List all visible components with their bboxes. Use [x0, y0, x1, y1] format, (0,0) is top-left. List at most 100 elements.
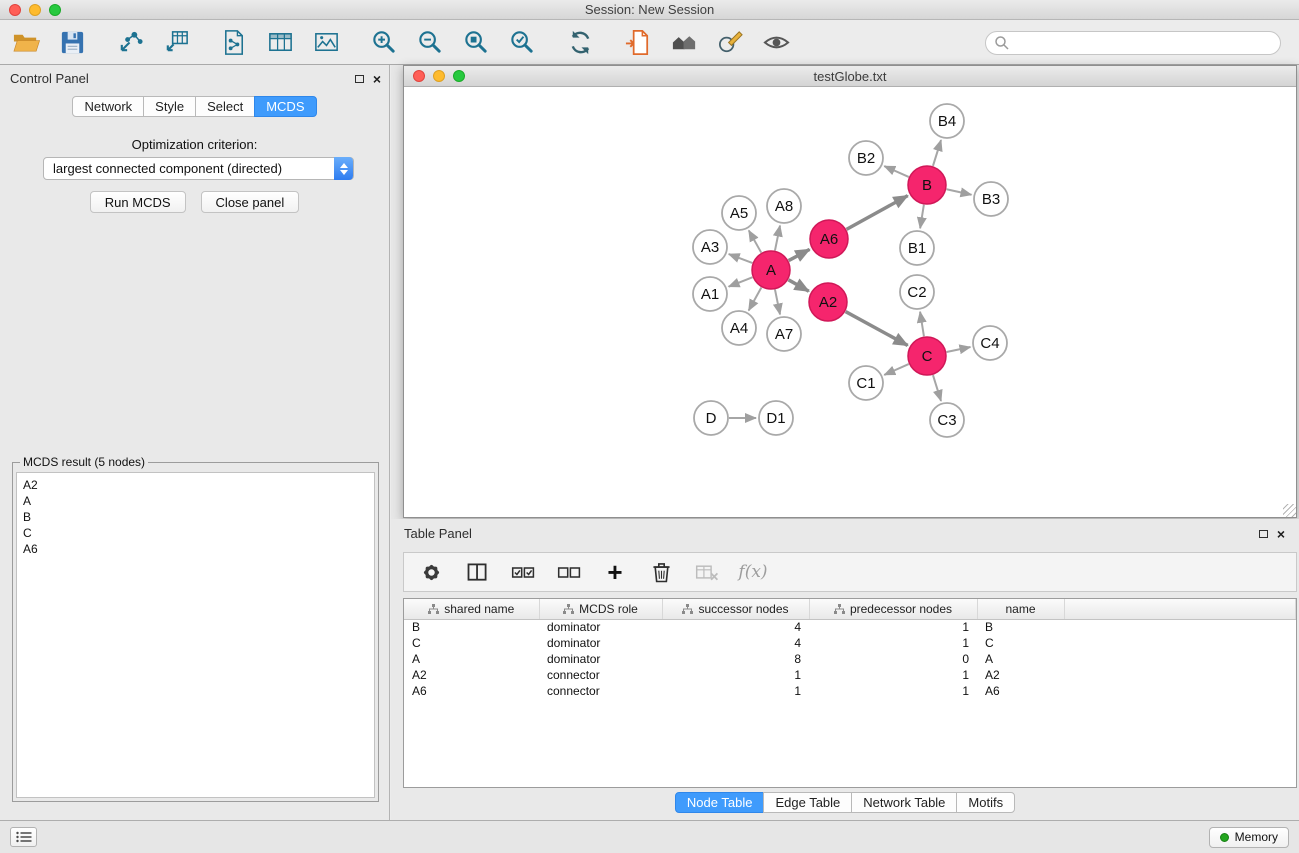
- table-cell[interactable]: 8: [662, 651, 809, 667]
- table-cell[interactable]: A6: [977, 683, 1064, 699]
- network-node-A3[interactable]: A3: [693, 230, 727, 264]
- network-node-D[interactable]: D: [694, 401, 728, 435]
- column-header-successor-nodes[interactable]: successor nodes: [662, 599, 809, 619]
- table-cell[interactable]: 1: [809, 619, 977, 635]
- table-cell[interactable]: A2: [977, 667, 1064, 683]
- table-cell[interactable]: B: [977, 619, 1064, 635]
- network-node-C2[interactable]: C2: [900, 275, 934, 309]
- open-file-button[interactable]: [10, 27, 42, 59]
- table-cell[interactable]: 1: [809, 635, 977, 651]
- network-node-A7[interactable]: A7: [767, 317, 801, 351]
- float-control-panel-button[interactable]: [355, 75, 364, 83]
- table-cell[interactable]: 4: [662, 619, 809, 635]
- network-node-C1[interactable]: C1: [849, 366, 883, 400]
- save-session-button[interactable]: [56, 27, 88, 59]
- network-edge[interactable]: [788, 280, 808, 291]
- network-node-A1[interactable]: A1: [693, 277, 727, 311]
- table-cell[interactable]: dominator: [539, 635, 662, 651]
- tab-select[interactable]: Select: [195, 96, 255, 117]
- table-cell[interactable]: connector: [539, 667, 662, 683]
- table-cell[interactable]: 1: [809, 667, 977, 683]
- deselect-all-button[interactable]: [554, 557, 584, 587]
- zoom-out-button[interactable]: [414, 27, 446, 59]
- delete-table-button[interactable]: [692, 557, 722, 587]
- open-recent-file-button[interactable]: [622, 27, 654, 59]
- table-cell[interactable]: [1064, 635, 1296, 651]
- table-cell[interactable]: 1: [662, 667, 809, 683]
- tab-motifs[interactable]: Motifs: [956, 792, 1015, 813]
- network-edge[interactable]: [775, 290, 780, 315]
- network-table-button[interactable]: [264, 27, 296, 59]
- table-cell[interactable]: dominator: [539, 619, 662, 635]
- network-node-A5[interactable]: A5: [722, 196, 756, 230]
- network-node-C[interactable]: C: [908, 337, 946, 375]
- network-edge[interactable]: [847, 196, 908, 230]
- window-resize-handle[interactable]: [1283, 504, 1296, 517]
- optimization-criterion-select[interactable]: largest connected component (directed): [43, 157, 354, 180]
- table-cell[interactable]: [1064, 651, 1296, 667]
- table-cell[interactable]: A2: [404, 667, 539, 683]
- network-node-A8[interactable]: A8: [767, 189, 801, 223]
- network-node-B3[interactable]: B3: [974, 182, 1008, 216]
- mcds-result-item[interactable]: A2: [23, 477, 368, 493]
- refresh-layout-button[interactable]: [564, 27, 596, 59]
- network-node-A[interactable]: A: [752, 251, 790, 289]
- table-cell[interactable]: 1: [809, 683, 977, 699]
- table-cell[interactable]: B: [404, 619, 539, 635]
- show-graphics-details-button[interactable]: [760, 27, 792, 59]
- network-edge[interactable]: [749, 230, 761, 252]
- table-cell[interactable]: [1064, 667, 1296, 683]
- zoom-fit-button[interactable]: [460, 27, 492, 59]
- network-edge[interactable]: [920, 205, 924, 228]
- table-cell[interactable]: connector: [539, 683, 662, 699]
- first-neighbors-button[interactable]: [668, 27, 700, 59]
- table-cell[interactable]: A6: [404, 683, 539, 699]
- network-edge[interactable]: [933, 140, 941, 166]
- table-row[interactable]: A2connector11A2: [404, 667, 1296, 683]
- mcds-result-item[interactable]: A6: [23, 541, 368, 557]
- close-control-panel-button[interactable]: ×: [373, 74, 381, 84]
- network-edge[interactable]: [749, 288, 762, 311]
- network-node-D1[interactable]: D1: [759, 401, 793, 435]
- mcds-result-item[interactable]: C: [23, 525, 368, 541]
- task-history-button[interactable]: [10, 827, 37, 847]
- table-cell[interactable]: C: [977, 635, 1064, 651]
- table-settings-button[interactable]: [416, 557, 446, 587]
- annotation-button[interactable]: [714, 27, 746, 59]
- table-cell[interactable]: A: [404, 651, 539, 667]
- network-node-C4[interactable]: C4: [973, 326, 1007, 360]
- network-node-A6[interactable]: A6: [810, 220, 848, 258]
- tab-network-table[interactable]: Network Table: [851, 792, 957, 813]
- tab-mcds[interactable]: MCDS: [254, 96, 316, 117]
- memory-button[interactable]: Memory: [1209, 827, 1289, 848]
- column-header-mcds-role[interactable]: MCDS role: [539, 599, 662, 619]
- network-node-B4[interactable]: B4: [930, 104, 964, 138]
- delete-column-button[interactable]: [646, 557, 676, 587]
- float-table-panel-button[interactable]: [1259, 530, 1268, 538]
- network-node-C3[interactable]: C3: [930, 403, 964, 437]
- mcds-result-item[interactable]: A: [23, 493, 368, 509]
- network-node-B[interactable]: B: [908, 166, 946, 204]
- table-cell[interactable]: [1064, 683, 1296, 699]
- table-row[interactable]: A6connector11A6: [404, 683, 1296, 699]
- tab-edge-table[interactable]: Edge Table: [763, 792, 852, 813]
- network-image-button[interactable]: [310, 27, 342, 59]
- table-cell[interactable]: 0: [809, 651, 977, 667]
- close-panel-button[interactable]: Close panel: [201, 191, 300, 213]
- tab-network[interactable]: Network: [72, 96, 144, 117]
- table-cell[interactable]: 1: [662, 683, 809, 699]
- import-network-button[interactable]: [114, 27, 146, 59]
- table-row[interactable]: Cdominator41C: [404, 635, 1296, 651]
- table-row[interactable]: Adominator80A: [404, 651, 1296, 667]
- network-node-B1[interactable]: B1: [900, 231, 934, 265]
- column-header-predecessor-nodes[interactable]: predecessor nodes: [809, 599, 977, 619]
- network-edge[interactable]: [775, 226, 780, 251]
- column-header-shared-name[interactable]: shared name: [404, 599, 539, 619]
- show-columns-button[interactable]: [462, 557, 492, 587]
- network-edge[interactable]: [729, 254, 753, 263]
- run-mcds-button[interactable]: Run MCDS: [90, 191, 186, 213]
- network-edge[interactable]: [947, 189, 972, 194]
- network-canvas[interactable]: AA1A2A3A4A5A6A7A8BB1B2B3B4CC1C2C3C4DD1: [404, 87, 1296, 517]
- network-edge[interactable]: [920, 312, 924, 336]
- network-edge[interactable]: [846, 312, 908, 346]
